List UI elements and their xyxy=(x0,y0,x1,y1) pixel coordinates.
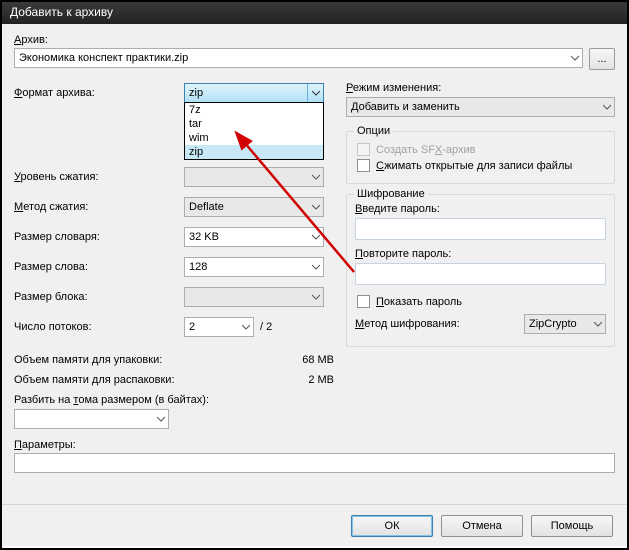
split-combo[interactable] xyxy=(14,409,169,429)
options-legend: Опции xyxy=(354,125,393,137)
format-option[interactable]: wim xyxy=(185,131,323,145)
encryption-group: Шифрование Введите пароль: Повторите пар… xyxy=(346,194,615,347)
mode-label: Режим изменения: xyxy=(346,82,615,94)
dict-combo[interactable]: 32 KB xyxy=(184,227,324,247)
dialog-footer: ОК Отмена Помощь xyxy=(2,504,627,546)
left-column: Формат архива: zip 7z tar wim zip xyxy=(14,82,334,429)
block-combo[interactable] xyxy=(184,287,324,307)
format-option[interactable]: tar xyxy=(185,117,323,131)
help-button[interactable]: Помощь xyxy=(531,515,613,537)
shared-checkbox[interactable] xyxy=(357,159,370,172)
password-input[interactable] xyxy=(355,218,606,240)
level-combo[interactable] xyxy=(184,167,324,187)
threads-label: Число потоков: xyxy=(14,321,184,333)
params-input[interactable] xyxy=(14,453,615,473)
archive-name-combo[interactable]: Экономика конспект практики.zip xyxy=(14,48,583,68)
shared-label: Сжимать открытые для записи файлы xyxy=(376,160,572,172)
chevron-down-icon xyxy=(566,49,582,67)
block-label: Размер блока: xyxy=(14,291,184,303)
enc-method-combo[interactable]: ZipCrypto xyxy=(524,314,606,334)
chevron-down-icon xyxy=(152,410,168,428)
word-label: Размер слова: xyxy=(14,261,184,273)
right-column: Режим изменения: Добавить и заменить Опц… xyxy=(346,82,615,429)
browse-button[interactable]: ... xyxy=(589,48,615,70)
encryption-legend: Шифрование xyxy=(354,188,428,200)
show-password-checkbox[interactable] xyxy=(357,295,370,308)
window-title: Добавить к архиву xyxy=(10,5,113,19)
options-group: Опции Создать SFX-архив Сжимать открытые… xyxy=(346,131,615,184)
format-value: zip xyxy=(189,87,203,99)
chevron-down-icon xyxy=(307,168,323,186)
archive-label: Архив: xyxy=(14,34,615,46)
chevron-down-icon xyxy=(307,288,323,306)
ok-button[interactable]: ОК xyxy=(351,515,433,537)
enc-method-label: Метод шифрования: xyxy=(355,318,516,330)
password-repeat-input[interactable] xyxy=(355,263,606,285)
cancel-button[interactable]: Отмена xyxy=(441,515,523,537)
sfx-checkbox xyxy=(357,143,370,156)
chevron-down-icon xyxy=(307,228,323,246)
threads-combo[interactable]: 2 xyxy=(184,317,254,337)
format-dropdown-list[interactable]: 7z tar wim zip xyxy=(184,102,324,160)
params-label: Параметры: xyxy=(14,439,615,451)
chevron-down-icon xyxy=(598,98,614,116)
split-label: Разбить на тома размером (в байтах): xyxy=(14,394,334,406)
method-combo[interactable]: Deflate xyxy=(184,197,324,217)
dict-label: Размер словаря: xyxy=(14,231,184,243)
format-combo[interactable]: zip xyxy=(184,83,324,103)
password-label: Введите пароль: xyxy=(355,203,606,215)
sfx-label: Создать SFX-архив xyxy=(376,144,476,156)
archive-name-value: Экономика конспект практики.zip xyxy=(19,52,188,64)
mem-pack-value: 68 MB xyxy=(274,354,334,366)
chevron-down-icon xyxy=(307,198,323,216)
title-bar: Добавить к архиву xyxy=(2,2,627,24)
show-password-label: Показать пароль xyxy=(376,296,462,308)
chevron-down-icon xyxy=(589,315,605,333)
chevron-down-icon xyxy=(307,84,323,102)
dialog-body: Архив: Экономика конспект практики.zip .… xyxy=(2,24,627,504)
chevron-down-icon xyxy=(307,258,323,276)
password-repeat-label: Повторите пароль: xyxy=(355,248,606,260)
chevron-down-icon xyxy=(237,318,253,336)
mem-pack-label: Объем памяти для упаковки: xyxy=(14,354,274,366)
level-label: Уровень сжатия: xyxy=(14,171,184,183)
format-option[interactable]: zip xyxy=(185,145,323,159)
mem-unpack-value: 2 MB xyxy=(274,374,334,386)
threads-total: / 2 xyxy=(260,321,272,333)
method-label: Метод сжатия: xyxy=(14,201,184,213)
mem-unpack-label: Объем памяти для распаковки: xyxy=(14,374,274,386)
word-combo[interactable]: 128 xyxy=(184,257,324,277)
mode-combo[interactable]: Добавить и заменить xyxy=(346,97,615,117)
format-option[interactable]: 7z xyxy=(185,103,323,117)
format-label: Формат архива: xyxy=(14,87,184,99)
